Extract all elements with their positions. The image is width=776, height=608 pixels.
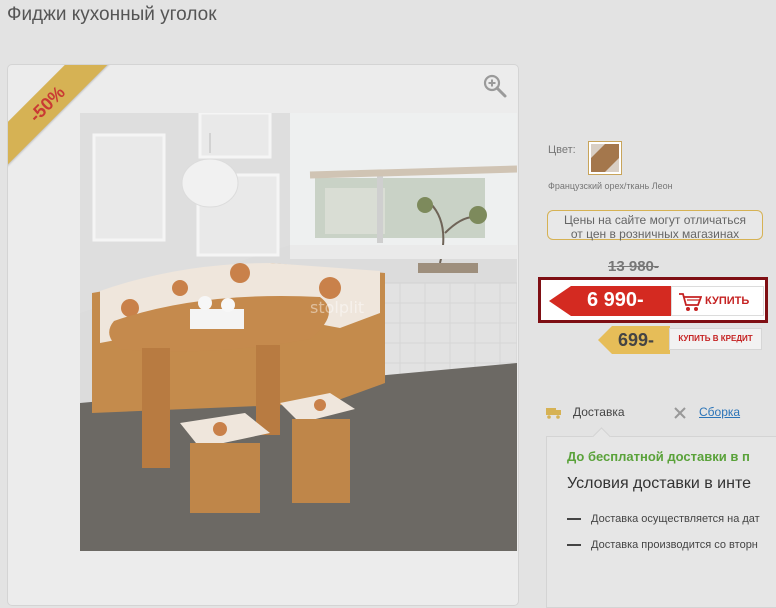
buy-box: 6 990- КУПИТЬ — [538, 277, 768, 323]
credit-offer: 699- КУПИТЬ В КРЕДИТ — [598, 326, 764, 354]
tab-assembly[interactable]: Сборка — [699, 405, 740, 419]
page-title: Фиджи кухонный уголок — [7, 4, 217, 25]
photo-watermark: stolplit — [310, 298, 364, 317]
price-notice: Цены на сайте могут отличаться от цен в … — [547, 210, 763, 241]
swatch-name: Французский орех/ткань Леон — [548, 181, 673, 191]
color-label: Цвет: — [548, 144, 576, 156]
buy-button[interactable]: КУПИТЬ — [671, 286, 764, 316]
wrench-icon — [674, 407, 686, 419]
delivery-item: Доставка осуществляется на дат — [567, 513, 760, 525]
delivery-item: Доставка производится со вторн — [567, 539, 758, 551]
zoom-icon[interactable] — [482, 73, 508, 99]
color-swatch[interactable] — [588, 141, 622, 175]
product-photo[interactable]: stolplit — [80, 113, 517, 551]
delivery-panel: До бесплатной доставки в п Условия доста… — [546, 427, 776, 608]
product-gallery: -50% stolplit — [7, 64, 519, 606]
cart-icon — [679, 293, 702, 311]
old-price: 13 980- — [608, 258, 659, 275]
buy-button-label: КУПИТЬ — [705, 295, 750, 307]
price-notice-line1: Цены на сайте могут отличаться — [564, 213, 746, 227]
free-delivery-text: До бесплатной доставки в п — [567, 449, 750, 464]
swatch-image — [591, 144, 619, 172]
current-price: 6 990- — [587, 289, 644, 311]
price-notice-line2: от цен в розничных магазинах — [570, 227, 740, 241]
panel-pointer — [592, 427, 611, 446]
truck-icon — [546, 408, 561, 419]
delivery-heading: Условия доставки в инте — [567, 475, 751, 492]
tab-delivery[interactable]: Доставка — [573, 405, 625, 419]
credit-price: 699- — [618, 330, 655, 350]
credit-button[interactable]: КУПИТЬ В КРЕДИТ — [669, 328, 762, 350]
info-tabs: Доставка Сборка — [546, 405, 776, 427]
